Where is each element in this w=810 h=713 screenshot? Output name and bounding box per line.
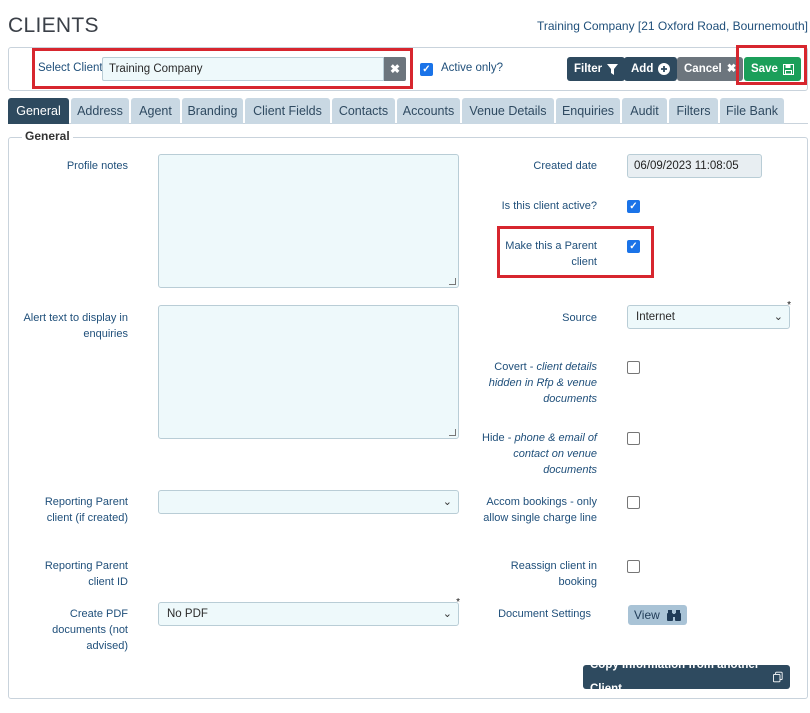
tab-venue-details[interactable]: Venue Details — [462, 98, 554, 124]
reporting-parent-id-label: Reporting Parent client ID — [44, 560, 128, 588]
tab-branding[interactable]: Branding — [182, 98, 243, 124]
hide-label-prefix: Hide - — [482, 432, 515, 444]
general-legend: General — [22, 129, 73, 143]
tab-client-fields[interactable]: Client Fields — [245, 98, 330, 124]
clear-client-button[interactable]: ✖ — [384, 57, 406, 81]
plus-circle-icon — [658, 63, 671, 75]
make-parent-label: Make this a Parent client — [505, 240, 597, 268]
source-label: Source — [562, 312, 597, 324]
tab-enquiries[interactable]: Enquiries — [556, 98, 620, 124]
tab-address[interactable]: Address — [71, 98, 129, 124]
alert-text-textarea[interactable] — [158, 305, 459, 439]
tab-general[interactable]: General — [8, 98, 69, 124]
active-only-checkbox[interactable]: ✓ — [420, 63, 433, 76]
resize-handle-icon[interactable] — [449, 429, 456, 436]
reassign-checkbox[interactable] — [627, 560, 640, 573]
profile-notes-textarea[interactable] — [158, 154, 459, 288]
tab-file-bank[interactable]: File Bank — [720, 98, 784, 124]
required-asterisk-icon: * — [787, 300, 791, 311]
tab-audit[interactable]: Audit — [622, 98, 667, 124]
source-value: Internet — [636, 311, 675, 323]
hide-label: Hide - phone & email of contact on venue… — [480, 430, 597, 478]
view-button-label: View — [634, 608, 660, 622]
save-button-label: Save — [751, 63, 778, 75]
close-icon: ✖ — [389, 62, 401, 76]
cancel-button[interactable]: Cancel ✖ — [677, 57, 744, 81]
filter-button[interactable]: Filter — [567, 57, 626, 81]
copy-icon — [773, 671, 783, 683]
alert-text-label: Alert text to display in enquiries — [23, 312, 128, 340]
select-client-label: Select Client — [38, 62, 103, 74]
document-settings-label: Document Settings — [498, 608, 591, 620]
tab-bar: General Address Agent Branding Client Fi… — [8, 98, 808, 124]
is-active-checkbox[interactable]: ✓ — [627, 200, 640, 213]
resize-handle-icon[interactable] — [449, 278, 456, 285]
profile-notes-label: Profile notes — [66, 160, 128, 172]
make-parent-checkbox[interactable]: ✓ — [627, 240, 640, 253]
active-only-label: Active only? — [441, 62, 504, 74]
chevron-down-icon: ⌄ — [442, 608, 452, 620]
create-pdf-select[interactable]: No PDF ⌄ * — [158, 597, 460, 626]
created-date-field: 06/09/2023 11:08:05 — [627, 154, 762, 178]
save-button[interactable]: Save — [744, 57, 801, 81]
covert-label-prefix: Covert - — [494, 361, 537, 373]
floppy-disk-icon — [782, 63, 794, 75]
hide-checkbox[interactable] — [627, 432, 640, 445]
hide-label-detail: phone & email of contact on venue docume… — [513, 432, 597, 476]
reassign-label: Reassign client in booking — [510, 560, 597, 588]
cancel-button-label: Cancel — [684, 63, 722, 75]
filter-button-label: Filter — [574, 63, 603, 75]
required-asterisk-icon: * — [456, 597, 460, 608]
create-pdf-label: Create PDF documents (not advised) — [52, 608, 128, 652]
reporting-parent-select[interactable]: ⌄ — [158, 490, 459, 514]
close-icon: ✖ — [726, 63, 737, 75]
page-title: CLIENTS — [8, 14, 99, 37]
tab-contacts[interactable]: Contacts — [332, 98, 395, 124]
copy-button-label: Copy Information from another Client — [590, 659, 760, 695]
source-select[interactable]: Internet ⌄ * — [627, 300, 791, 329]
add-button-label: Add — [631, 63, 654, 75]
current-company-link[interactable]: Training Company [21 Oxford Road, Bourne… — [537, 19, 808, 33]
select-client-input[interactable]: Training Company — [102, 57, 384, 81]
create-pdf-value: No PDF — [167, 608, 208, 620]
tab-filters[interactable]: Filters — [669, 98, 718, 124]
view-document-settings-button[interactable]: View — [628, 605, 687, 625]
tab-agent[interactable]: Agent — [131, 98, 180, 124]
chevron-down-icon: ⌄ — [773, 311, 783, 323]
accom-label: Accom bookings - only allow single charg… — [483, 496, 597, 524]
accom-checkbox[interactable] — [627, 496, 640, 509]
created-date-label: Created date — [533, 160, 597, 172]
binoculars-icon — [666, 610, 681, 621]
copy-information-button[interactable]: Copy Information from another Client — [583, 659, 790, 695]
chevron-down-icon: ⌄ — [442, 496, 452, 508]
tab-accounts[interactable]: Accounts — [397, 98, 460, 124]
covert-label: Covert - client details hidden in Rfp & … — [480, 359, 597, 407]
filter-icon — [607, 63, 619, 75]
is-active-label: Is this client active? — [501, 200, 597, 212]
reporting-parent-label: Reporting Parent client (if created) — [44, 496, 128, 524]
covert-checkbox[interactable] — [627, 361, 640, 374]
add-button[interactable]: Add — [624, 57, 678, 81]
